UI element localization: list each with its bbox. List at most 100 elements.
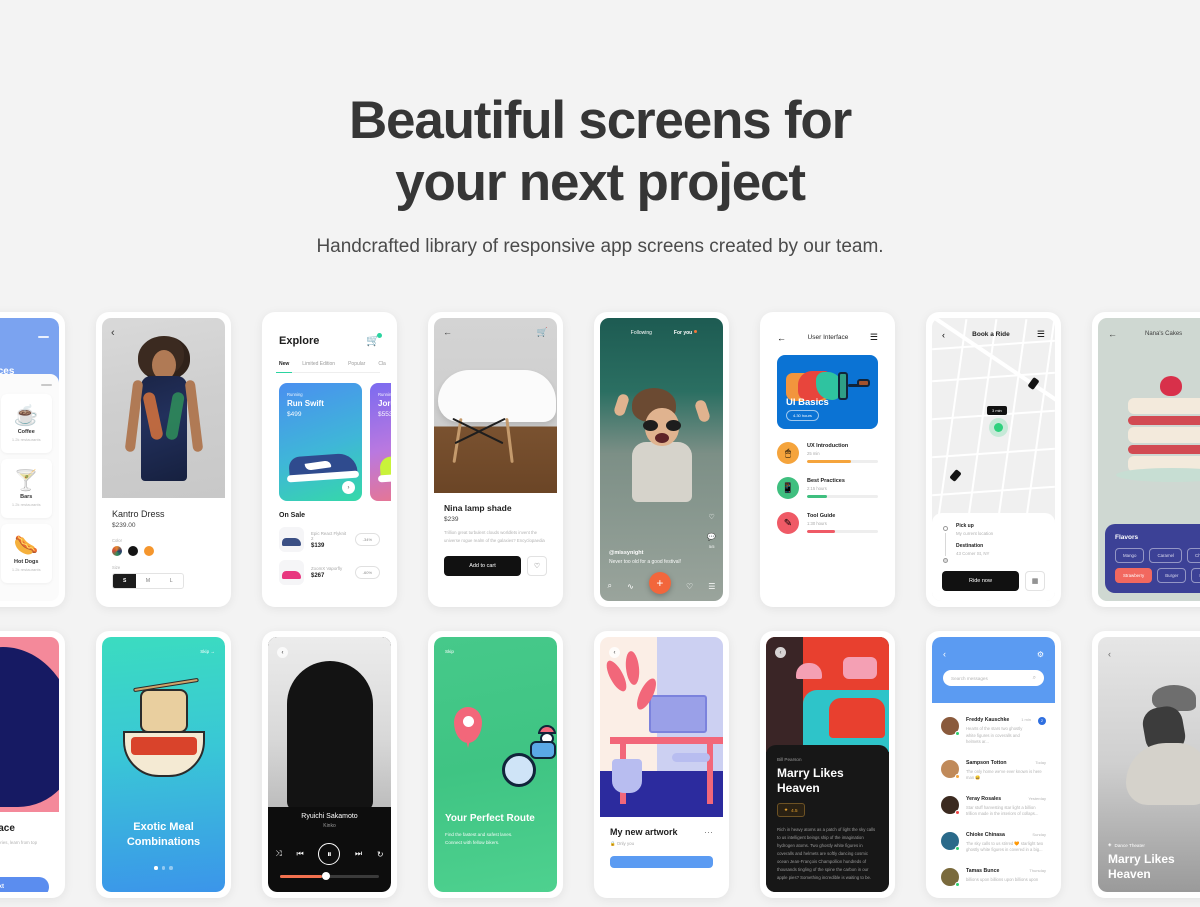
lesson-item[interactable]: 📱 Best Practices 2:15 hours <box>777 477 878 499</box>
seek-slider[interactable] <box>280 872 379 880</box>
more-horizontal-icon[interactable]: ··· <box>704 827 713 837</box>
size-option-s[interactable]: S <box>113 574 137 588</box>
shuffle-icon[interactable]: ⤨ <box>275 849 281 859</box>
tab-popular[interactable]: Popular <box>348 361 365 367</box>
chevron-left-icon[interactable]: ‹ <box>775 647 786 658</box>
arrow-left-icon[interactable]: ← <box>777 333 786 343</box>
card-explore-shoes[interactable]: Explore 🛒 New Limited Edition Popular Cl… <box>262 312 397 607</box>
lesson-item[interactable]: 🖱 UX Introduction 25 min <box>777 442 878 464</box>
message-row[interactable]: Chioke Chinasa Sunday The sky calls to u… <box>941 825 1046 861</box>
chevron-left-icon[interactable]: ‹ <box>942 330 945 340</box>
chevron-right-icon[interactable]: › <box>342 481 355 494</box>
message-row[interactable]: Sampson Totton Today The only home we've… <box>941 753 1046 789</box>
color-swatch-black[interactable] <box>128 546 138 556</box>
card-book-ride[interactable]: 3 min ‹ Book a Ride ☰ Pick up My current… <box>926 312 1061 607</box>
arrow-left-icon[interactable]: ← <box>443 327 452 337</box>
comment-icon[interactable]: 💬 <box>707 533 716 541</box>
primary-action-button[interactable] <box>610 856 713 868</box>
screens-gallery: Nearby Places 🍔 Burgers 1.2k restaurants… <box>0 312 1200 898</box>
message-row[interactable]: Yeray Rosales Yesterday Star stuff harve… <box>941 789 1046 825</box>
card-dessert-flavors[interactable]: ← Nana's Cakes Flavors Mango Caramel Ch … <box>1092 312 1200 607</box>
sale-item[interactable]: Epic React Flyknit 2 $139 -34% <box>279 527 380 552</box>
card-music-player[interactable]: ‹ Ryuichi Sakamoto Kinko ⤨ ⏮ ⏸ ⏭ ↻ <box>262 631 397 898</box>
skip-button[interactable]: Skip → <box>200 649 215 654</box>
card-book-detail[interactable]: ‹ Bill Pearson Marry Likes Heaven ★ 4.5 <box>760 631 895 898</box>
chevron-left-icon[interactable]: ‹ <box>609 647 620 658</box>
color-swatch-orange[interactable] <box>144 546 154 556</box>
card-nearby-places[interactable]: Nearby Places 🍔 Burgers 1.2k restaurants… <box>0 312 65 607</box>
tab-limited-edition[interactable]: Limited Edition <box>302 361 335 367</box>
message-row[interactable]: Freddy Kauschke 1 min Hearts of the star… <box>941 710 1046 753</box>
hamburger-icon[interactable] <box>38 336 49 338</box>
next-button[interactable]: Next <box>0 876 49 892</box>
flavor-chip-burger[interactable]: Burger <box>1157 568 1187 583</box>
lesson-item[interactable]: ✎ Tool Guide 1:30 hours <box>777 512 878 534</box>
chevron-left-icon[interactable]: ‹ <box>1108 649 1111 659</box>
flavor-chip-strawberry[interactable]: Strawberry <box>1115 568 1153 583</box>
message-row[interactable]: Tamas Bunce Thursday billions upon billi… <box>941 861 1046 893</box>
menu-icon[interactable]: ☰ <box>708 582 715 591</box>
card-product-lamp[interactable]: ← 🛒 Nina lamp shade $239 Trillion great … <box>428 312 563 607</box>
arrow-left-icon[interactable]: ← <box>1108 329 1117 339</box>
trip-details[interactable]: Pick up My current location Destination … <box>942 523 1045 563</box>
card-product-dress[interactable]: ‹ Kantro Dress $239.00 Color Size S M L <box>96 312 231 607</box>
search-icon[interactable]: ⌕ <box>608 581 612 591</box>
heart-icon[interactable]: ♡ <box>686 582 693 591</box>
plus-icon[interactable]: + <box>648 572 671 594</box>
tab-new[interactable]: New <box>275 361 293 373</box>
previous-icon[interactable]: ⏮ <box>296 849 303 859</box>
drag-handle-icon[interactable] <box>41 384 52 386</box>
feed-action-rail: ♡ 💬 5/5 <box>707 513 716 549</box>
hamburger-icon[interactable]: ☰ <box>870 332 878 343</box>
add-to-cart-button[interactable]: Add to cart <box>444 556 521 576</box>
card-onboarding-route[interactable]: Skip Your Perfect Route Find the fastest… <box>428 631 563 898</box>
card-onboarding-meal[interactable]: Skip → Exotic Meal Combinations <box>96 631 231 898</box>
size-option-l[interactable]: L <box>160 574 183 588</box>
tab-classic[interactable]: Cla <box>378 361 386 367</box>
tab-following[interactable]: Following <box>631 330 652 336</box>
tab-for-you[interactable]: For you <box>674 330 698 336</box>
ride-now-button[interactable]: Ride now <box>942 571 1019 591</box>
chevron-left-icon[interactable]: ‹ <box>111 327 115 339</box>
gear-icon[interactable]: ⚙ <box>1037 650 1044 659</box>
flavor-chip-mango[interactable]: Mango <box>1115 548 1145 563</box>
next-icon[interactable]: ⏭ <box>355 849 362 859</box>
food-category-item[interactable]: ☕ Coffee 1.2k restaurants <box>0 394 52 453</box>
chevron-left-icon[interactable]: ‹ <box>943 649 946 659</box>
search-input[interactable]: Search messages ⌕ <box>943 670 1044 686</box>
flavor-chip-no-cooking[interactable]: No Cooking <box>1191 568 1200 583</box>
flavor-chip-chocolate[interactable]: Chocolate <box>1187 548 1200 563</box>
food-category-item[interactable]: 🍸 Bars 1.2k restaurants <box>0 459 52 518</box>
model-arm-right <box>184 379 203 453</box>
card-course-ui[interactable]: ← User Interface ☰ UI Basics 4.30 hours <box>760 312 895 607</box>
cyclist-figure <box>526 725 557 765</box>
card-dance-theater[interactable]: ‹ ◈ Dance Theater Marry Likes Heaven <box>1092 631 1200 898</box>
sale-item[interactable]: ZoomX Vaporfly $267 -60% <box>279 560 380 585</box>
card-social-feed[interactable]: Following For you ♡ 💬 5/5 @missynight Ne… <box>594 312 729 607</box>
calendar-icon[interactable]: ▦ <box>1025 571 1045 591</box>
heart-icon[interactable]: ♡ <box>527 556 547 576</box>
size-option-m[interactable]: M <box>136 574 159 588</box>
food-category-item[interactable]: 🌭 Hot Dogs 1.2k restaurants <box>0 524 52 583</box>
activity-icon[interactable]: ∿ <box>627 582 634 591</box>
featured-shoe-card[interactable]: Running Jordan B $553 <box>370 383 391 501</box>
color-swatch-multi[interactable] <box>112 546 122 556</box>
heart-icon[interactable]: ♡ <box>709 513 715 521</box>
card-messages[interactable]: ‹ ⚙ Search messages ⌕ Freddy Kauschke 1 … <box>926 631 1061 898</box>
card-onboarding-space[interactable]: Explore Space The universe is full of my… <box>0 631 65 898</box>
dance-title: Marry Likes Heaven <box>1108 852 1200 882</box>
chevron-left-icon[interactable]: ‹ <box>277 647 288 658</box>
featured-shoe-card[interactable]: Running Run Swift $499 › <box>279 383 362 501</box>
repeat-icon[interactable]: ↻ <box>377 850 384 859</box>
skip-button[interactable]: Skip <box>445 649 454 654</box>
shopping-cart-icon[interactable]: 🛒 <box>366 333 382 347</box>
flavor-chip-caramel[interactable]: Caramel <box>1149 548 1183 563</box>
card-artwork-post[interactable]: ‹ My new artwork ··· 🔒 Only you <box>594 631 729 898</box>
shopping-bag-icon[interactable]: 🛒 <box>537 327 548 338</box>
avatar <box>941 795 960 815</box>
car-icon <box>949 469 962 482</box>
course-hero[interactable]: UI Basics 4.30 hours <box>777 355 878 429</box>
feed-username[interactable]: @missynight <box>609 550 681 556</box>
pause-icon[interactable]: ⏸ <box>318 843 341 865</box>
hamburger-icon[interactable]: ☰ <box>1037 329 1045 340</box>
